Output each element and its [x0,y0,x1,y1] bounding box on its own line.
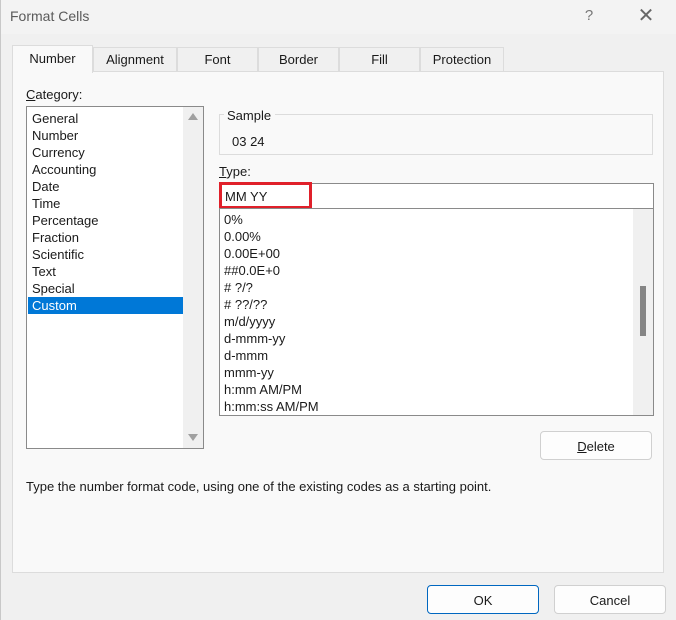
format-item[interactable]: d-mmm-yy [224,330,285,347]
tab-fill[interactable]: Fill [339,47,420,72]
tab-number[interactable]: Number [12,45,93,73]
category-listbox[interactable]: General Number Currency Accounting Date … [26,106,204,449]
format-item[interactable]: h:mm AM/PM [224,381,302,398]
format-item[interactable]: 0.00% [224,228,261,245]
category-item-scientific[interactable]: Scientific [28,246,183,263]
scrollbar-thumb[interactable] [640,286,646,336]
sample-value: 03 24 [232,134,265,149]
dialog-title: Format Cells [10,8,90,24]
number-tab-panel: Category: General Number Currency Accoun… [12,71,664,573]
category-item-date[interactable]: Date [28,178,183,195]
category-label-text: ategory: [35,87,83,102]
scroll-up-arrow-icon[interactable] [188,113,198,120]
format-item[interactable]: ##0.0E+0 [224,262,280,279]
category-item-special[interactable]: Special [28,280,183,297]
format-item[interactable]: # ?/? [224,279,253,296]
ok-button[interactable]: OK [427,585,539,614]
format-item[interactable]: 0% [224,211,243,228]
category-item-time[interactable]: Time [28,195,183,212]
help-icon[interactable]: ? [579,6,599,26]
category-item-general[interactable]: General [28,110,183,127]
scroll-down-arrow-icon[interactable] [188,434,198,441]
type-label-text: ype: [226,164,251,179]
format-item[interactable]: m/d/yyyy [224,313,275,330]
type-input[interactable] [219,183,654,209]
format-item[interactable]: mmm-yy [224,364,274,381]
delete-accel: D [577,439,587,454]
type-list-scrollbar[interactable] [633,209,653,415]
tab-font[interactable]: Font [177,47,258,72]
format-item[interactable]: 0.00E+00 [224,245,280,262]
tab-alignment[interactable]: Alignment [93,47,177,72]
category-item-custom[interactable]: Custom [28,297,183,314]
category-accel: C [26,87,36,102]
format-cells-dialog: Format Cells ? ✕ Number Alignment Font B… [0,0,676,620]
close-icon[interactable]: ✕ [633,5,659,27]
delete-button[interactable]: Delete [540,431,652,460]
sample-groupbox [219,114,653,155]
tab-border[interactable]: Border [258,47,339,72]
format-item[interactable]: d-mmm [224,347,268,364]
category-scrollbar[interactable] [183,107,203,448]
category-item-accounting[interactable]: Accounting [28,161,183,178]
format-item[interactable]: # ??/?? [224,296,267,313]
sample-label: Sample [224,108,276,123]
type-label: Type: [219,164,251,179]
category-item-percentage[interactable]: Percentage [28,212,183,229]
cancel-button[interactable]: Cancel [554,585,666,614]
category-item-fraction[interactable]: Fraction [28,229,183,246]
category-label: Category: [26,87,82,102]
category-item-text[interactable]: Text [28,263,183,280]
hint-text: Type the number format code, using one o… [26,479,492,494]
delete-label: elete [586,439,615,454]
category-item-number[interactable]: Number [28,127,183,144]
type-format-listbox[interactable]: 0% 0.00% 0.00E+00 ##0.0E+0 # ?/? # ??/??… [219,208,654,416]
format-item[interactable]: h:mm:ss AM/PM [224,398,319,415]
title-bar: Format Cells ? ✕ [1,0,676,34]
category-item-currency[interactable]: Currency [28,144,183,161]
tab-protection[interactable]: Protection [420,47,504,72]
